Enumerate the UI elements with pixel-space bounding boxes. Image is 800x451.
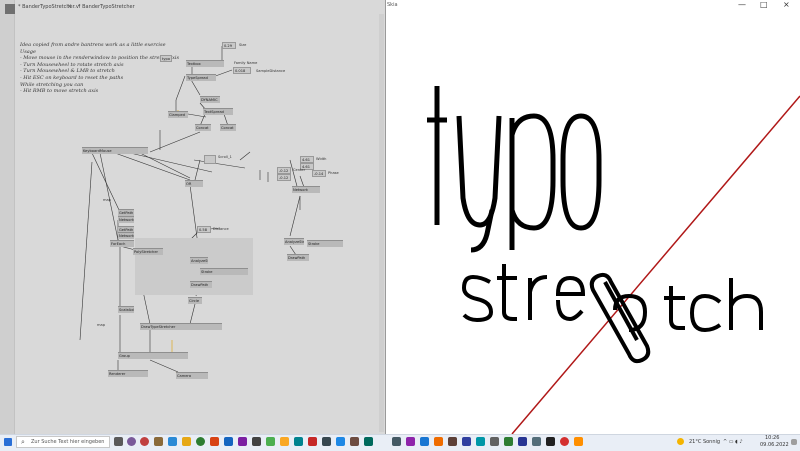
node-textbox[interactable]: Textbox xyxy=(186,60,224,67)
stretch-axis-line xyxy=(511,95,800,434)
clock-date[interactable]: 09.06.2022 xyxy=(760,442,789,448)
weather-sun-icon[interactable] xyxy=(677,438,684,445)
tray-icons[interactable]: ^ ▭ ◖ ♪ xyxy=(723,439,743,445)
distance-label: Distance xyxy=(213,227,229,231)
app-indigo-icon[interactable] xyxy=(462,437,471,446)
map-label: map xyxy=(103,198,111,202)
node-drawpath-2[interactable]: DrawPath xyxy=(287,254,309,261)
app-dark-icon[interactable] xyxy=(252,437,261,446)
node-stroke-2[interactable]: Stroke xyxy=(307,240,343,247)
app-red-2-icon[interactable] xyxy=(308,437,317,446)
size-io[interactable]: 0.29 xyxy=(222,42,236,49)
edge-browser-icon[interactable] xyxy=(168,437,177,446)
phase-io-2[interactable]: -0.12 xyxy=(277,174,291,181)
node-circle[interactable]: Circle xyxy=(188,297,202,304)
node-keyboardmouse[interactable]: KeyboardMouse xyxy=(82,147,148,154)
node-drawpath[interactable]: DrawPath xyxy=(190,281,212,288)
node-network-2[interactable]: Network xyxy=(118,216,134,223)
node-analyzestretch[interactable]: AnalyzeStretch xyxy=(190,257,208,264)
width-io-1[interactable]: 4.61 xyxy=(300,156,314,163)
center-label: Center xyxy=(293,168,306,172)
search-placeholder: Zur Suche Text hier eingeben xyxy=(31,439,105,445)
node-clamped[interactable]: Clamped xyxy=(168,111,188,118)
map-label-2: map xyxy=(97,323,105,327)
node-group[interactable]: Group xyxy=(118,352,188,359)
phase-label: Phase xyxy=(328,171,339,175)
editor-scrollbar[interactable] xyxy=(379,14,384,432)
app-avatar-icon[interactable] xyxy=(127,437,136,446)
scroll-io[interactable] xyxy=(204,155,216,164)
notification-icon[interactable] xyxy=(791,439,797,445)
distance-io[interactable]: 0.58 xyxy=(197,226,211,233)
scroll-label: Scroll_1 xyxy=(218,155,232,159)
node-foreach[interactable]: ForEach xyxy=(110,240,134,247)
app-brown-icon[interactable] xyxy=(154,437,163,446)
node-concat-1[interactable]: Concat xyxy=(195,124,211,131)
app-green-3-icon[interactable] xyxy=(504,437,513,446)
app-nvidia-icon[interactable] xyxy=(266,437,275,446)
app-blue-2-icon[interactable] xyxy=(336,437,345,446)
app-navy-icon[interactable] xyxy=(518,437,527,446)
app-amber-icon[interactable] xyxy=(574,437,583,446)
size-label: Size xyxy=(239,43,247,47)
node-renderer[interactable]: Renderer xyxy=(108,370,148,377)
file-explorer-icon[interactable] xyxy=(182,437,191,446)
node-concat-2[interactable]: Concat xyxy=(220,124,236,131)
app-orange-2-icon[interactable] xyxy=(434,437,443,446)
node-dynamic[interactable]: DYNAMIC xyxy=(200,96,220,103)
app-violet-icon[interactable] xyxy=(406,437,415,446)
app-black-icon[interactable] xyxy=(546,437,555,446)
app-blue-3-icon[interactable] xyxy=(420,437,429,446)
width-label: Width xyxy=(316,157,327,161)
node-typespread[interactable]: TypeSpread xyxy=(186,74,216,81)
app-brown-3-icon[interactable] xyxy=(448,437,457,446)
stretch-word-outline xyxy=(461,264,763,364)
app-teal-icon[interactable] xyxy=(294,437,303,446)
node-analyzestroke[interactable]: AnalyzeStroke xyxy=(284,238,304,245)
weather-text[interactable]: 21°C Sonnig xyxy=(689,439,720,445)
windows-start-icon[interactable] xyxy=(4,438,12,446)
phase-io-1[interactable]: -0.12 xyxy=(277,167,291,174)
app-grey-icon[interactable] xyxy=(322,437,331,446)
phase-out-io[interactable]: -0.14 xyxy=(312,170,326,177)
node-getpath-1[interactable]: GetPath xyxy=(118,209,134,216)
app-brown-2-icon[interactable] xyxy=(350,437,359,446)
app-record-icon[interactable] xyxy=(560,437,569,446)
app-red-icon[interactable] xyxy=(140,437,149,446)
search-icon: ⌕ xyxy=(21,438,25,446)
app-green-icon[interactable] xyxy=(196,437,205,446)
node-textspread[interactable]: TextSpread xyxy=(203,108,233,115)
app-blue-icon[interactable] xyxy=(224,437,233,446)
sample-distance-label: SampleDistance xyxy=(256,69,286,73)
taskbar-search-box[interactable]: ⌕ Zur Suche Text hier eingeben xyxy=(16,436,110,448)
app-cyan-icon[interactable] xyxy=(476,437,485,446)
node-scaleaxis[interactable]: ScaleAxis xyxy=(118,306,134,313)
app-slate-icon[interactable] xyxy=(392,437,401,446)
render-canvas xyxy=(427,86,800,434)
app-yellow-icon[interactable] xyxy=(280,437,289,446)
node-polystretcher[interactable]: PolyStretcher xyxy=(133,248,163,255)
typo-word-outline xyxy=(427,86,602,253)
family-name-label: Family Name xyxy=(234,61,258,65)
node-drawtypestretcher[interactable]: DrawTypeStretcher xyxy=(140,323,222,330)
node-stroke[interactable]: Stroke xyxy=(200,268,248,275)
app-blue-grey-icon[interactable] xyxy=(532,437,541,446)
sample-io[interactable]: 0.018 xyxy=(233,67,251,74)
app-purple-icon[interactable] xyxy=(238,437,247,446)
app-grey-2-icon[interactable] xyxy=(490,437,499,446)
task-view-icon[interactable] xyxy=(114,437,123,446)
node-camera[interactable]: Camera xyxy=(176,372,208,379)
node-network-3[interactable]: Network xyxy=(118,232,134,239)
node-or[interactable]: OR xyxy=(185,180,203,187)
node-network-1[interactable]: Network xyxy=(292,186,320,193)
text-io[interactable]: typo xyxy=(160,55,172,62)
app-green-2-icon[interactable] xyxy=(364,437,373,446)
app-orange-icon[interactable] xyxy=(210,437,219,446)
clock-time[interactable]: 10:26 xyxy=(765,435,779,441)
